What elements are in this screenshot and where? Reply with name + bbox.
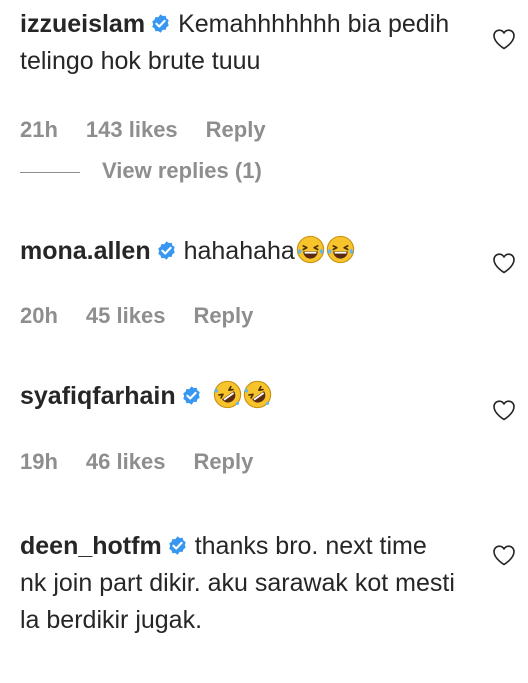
reply-button[interactable]: Reply — [193, 449, 253, 474]
comment-meta: 19h 46 likes Reply — [20, 449, 281, 475]
comment-text: deen_hotfm thanks bro. next time nk join … — [20, 528, 460, 639]
comment-time: 21h — [20, 117, 58, 142]
reply-button[interactable]: Reply — [206, 117, 266, 142]
heart-outline-icon[interactable] — [492, 252, 516, 274]
comment-body: hahahaha — [183, 237, 295, 265]
reply-button[interactable]: Reply — [193, 303, 253, 328]
verified-badge-icon — [156, 240, 177, 261]
comment-item: mona.allen hahahaha 20h 45 likes Reply — [20, 233, 528, 328]
replies-divider — [20, 171, 80, 173]
comment-username[interactable]: syafiqfarhain — [20, 382, 176, 410]
comment-likes[interactable]: 45 likes — [86, 303, 166, 328]
comment-time: 19h — [20, 449, 58, 474]
comment-username[interactable]: mona.allen — [20, 237, 151, 265]
verified-badge-icon — [181, 385, 202, 406]
comment-username[interactable]: izzueislam — [20, 10, 145, 38]
heart-outline-icon[interactable] — [492, 399, 516, 421]
comment-likes[interactable]: 46 likes — [86, 449, 166, 474]
comment-text: izzueislam Kemahhhhhhh bia pedih telingo … — [20, 6, 460, 80]
heart-outline-icon[interactable] — [492, 28, 516, 50]
comment-item: syafiqfarhain 19h 46 likes Reply — [20, 378, 528, 474]
comment-item: deen_hotfm thanks bro. next time nk join … — [20, 528, 528, 639]
comment-meta: 20h 45 likes Reply — [20, 303, 281, 329]
verified-badge-icon — [150, 13, 171, 34]
rolling-on-floor-laughing-emoji-icon — [243, 380, 272, 409]
verified-badge-icon — [167, 535, 188, 556]
view-replies[interactable]: View replies (1) — [20, 158, 262, 184]
comment-time: 20h — [20, 303, 58, 328]
grinning-squinting-tears-emoji-icon — [296, 235, 325, 264]
comment-username[interactable]: deen_hotfm — [20, 532, 162, 560]
view-replies-label[interactable]: View replies (1) — [102, 158, 262, 183]
comment-text: mona.allen hahahaha — [20, 233, 460, 270]
comment-item: izzueislam Kemahhhhhhh bia pedih telingo … — [20, 6, 528, 183]
comment-meta: 21h 143 likes Reply — [20, 117, 294, 143]
comment-text: syafiqfarhain — [20, 378, 460, 415]
grinning-squinting-tears-emoji-icon — [326, 235, 355, 264]
heart-outline-icon[interactable] — [492, 544, 516, 566]
rolling-on-floor-laughing-emoji-icon — [213, 380, 242, 409]
comment-likes[interactable]: 143 likes — [86, 117, 178, 142]
